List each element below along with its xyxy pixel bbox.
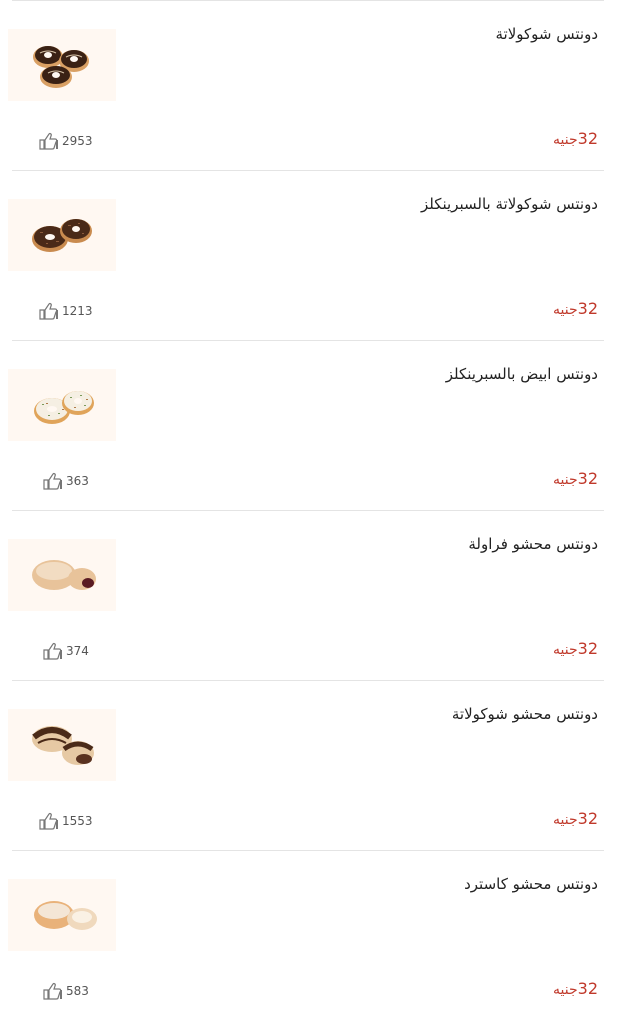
like-counter[interactable]: 583 bbox=[42, 981, 89, 1001]
product-image[interactable] bbox=[8, 199, 116, 271]
like-count: 1213 bbox=[62, 304, 93, 318]
product-image[interactable] bbox=[8, 29, 116, 101]
like-counter[interactable]: 363 bbox=[42, 471, 89, 491]
list-item[interactable]: دونتس محشو كاسترد 583 32جنيه bbox=[8, 850, 604, 1020]
list-item[interactable]: دونتس محشو شوكولاتة 1553 32جنيه bbox=[8, 680, 604, 850]
like-count: 583 bbox=[66, 984, 89, 998]
list-item[interactable]: دونتس محشو فراولة 374 32جنيه bbox=[8, 510, 604, 680]
product-image[interactable] bbox=[8, 369, 116, 441]
product-name[interactable]: دونتس محشو كاسترد bbox=[464, 875, 598, 893]
product-name[interactable]: دونتس ابيض بالسبرينكلز bbox=[446, 365, 598, 383]
like-count: 374 bbox=[66, 644, 89, 658]
thumbs-up-icon[interactable] bbox=[42, 471, 64, 491]
product-name[interactable]: دونتس شوكولاتة bbox=[496, 25, 599, 43]
product-name[interactable]: دونتس محشو فراولة bbox=[468, 535, 598, 553]
like-counter[interactable]: 374 bbox=[42, 641, 89, 661]
thumbs-up-icon[interactable] bbox=[42, 981, 64, 1001]
product-image[interactable] bbox=[8, 879, 116, 951]
like-count: 363 bbox=[66, 474, 89, 488]
thumbs-up-icon[interactable] bbox=[38, 301, 60, 321]
product-price: 32جنيه bbox=[553, 809, 598, 828]
product-price: 32جنيه bbox=[553, 639, 598, 658]
list-item[interactable]: دونتس ابيض بالسبرينكلز 363 32جنيه bbox=[8, 340, 604, 510]
like-count: 1553 bbox=[62, 814, 93, 828]
product-image[interactable] bbox=[8, 709, 116, 781]
product-price: 32جنيه bbox=[553, 129, 598, 148]
product-name[interactable]: دونتس محشو شوكولاتة bbox=[452, 705, 598, 723]
product-image[interactable] bbox=[8, 539, 116, 611]
product-price: 32جنيه bbox=[553, 299, 598, 318]
like-count: 2953 bbox=[62, 134, 93, 148]
list-item[interactable]: دونتس شوكولاتة بالسبرينكلز 1213 32جنيه bbox=[8, 170, 604, 340]
thumbs-up-icon[interactable] bbox=[42, 641, 64, 661]
like-counter[interactable]: 1553 bbox=[38, 811, 93, 831]
product-price: 32جنيه bbox=[553, 469, 598, 488]
thumbs-up-icon[interactable] bbox=[38, 131, 60, 151]
thumbs-up-icon[interactable] bbox=[38, 811, 60, 831]
product-name[interactable]: دونتس شوكولاتة بالسبرينكلز bbox=[421, 195, 598, 213]
like-counter[interactable]: 2953 bbox=[38, 131, 93, 151]
list-item[interactable]: دونتس شوكولاتة 2953 32جنيه bbox=[8, 0, 604, 170]
product-price: 32جنيه bbox=[553, 979, 598, 998]
like-counter[interactable]: 1213 bbox=[38, 301, 93, 321]
